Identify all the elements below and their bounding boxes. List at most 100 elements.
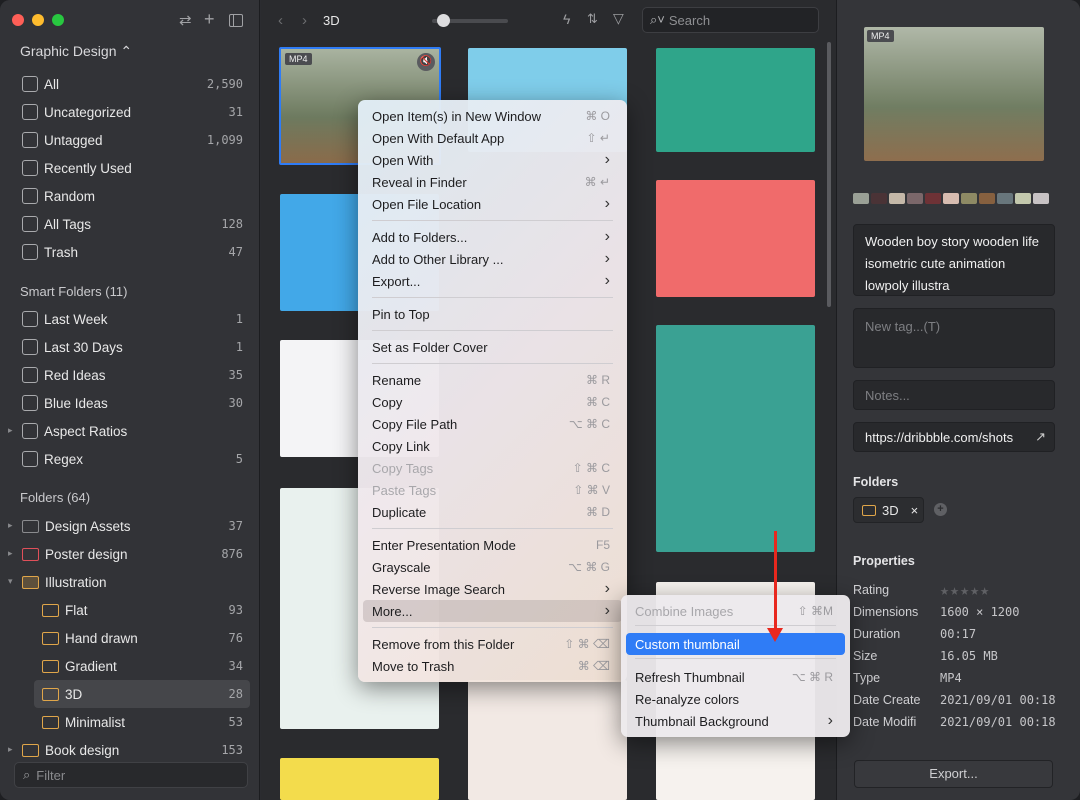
folder-illustration[interactable]: ▾ Illustration [0, 568, 260, 596]
sidebar-item-untagged[interactable]: Untagged 1,099 [0, 126, 260, 154]
palette-swatch[interactable] [997, 193, 1013, 204]
menu-item-pin-to-top[interactable]: Pin to Top [363, 303, 622, 325]
folder-poster-design[interactable]: ▸ Poster design 876 [0, 540, 260, 568]
tag-input[interactable]: New tag...(T) [853, 308, 1055, 368]
sidebar-item-all-tags[interactable]: All Tags 128 [0, 210, 260, 238]
sidebar-item-all[interactable]: All 2,590 [0, 70, 260, 98]
folder-gradient[interactable]: Gradient 34 [0, 652, 260, 680]
forward-button[interactable]: › [302, 12, 307, 29]
expand-caret-icon[interactable]: ▸ [8, 425, 13, 436]
add-folder-icon[interactable]: + [934, 503, 947, 516]
rating-stars[interactable]: ★★★★★ [940, 581, 990, 599]
smart-folder-aspect-ratios[interactable]: ▸ Aspect Ratios [0, 417, 260, 445]
expand-caret-icon[interactable]: ▸ [8, 520, 13, 531]
close-window-button[interactable] [12, 14, 24, 26]
thumbnail[interactable] [656, 325, 815, 552]
search-input[interactable]: ⌕˅ Search [642, 7, 819, 33]
menu-item-open-with[interactable]: Open With › [363, 149, 622, 171]
menu-item-add-to-folders[interactable]: Add to Folders... › [363, 226, 622, 248]
smart-folder-last-week[interactable]: Last Week 1 [0, 305, 260, 333]
menu-item-remove-from-this-folder[interactable]: Remove from this Folder ⇧ ⌘ ⌫ [363, 633, 622, 655]
thumbnail[interactable] [280, 758, 439, 800]
expand-caret-icon[interactable]: ▸ [8, 744, 13, 755]
smart-folder-last-30-days[interactable]: Last 30 Days 1 [0, 333, 260, 361]
menu-item-move-to-trash[interactable]: Move to Trash ⌘ ⌫ [363, 655, 622, 677]
notes-input[interactable]: Notes... [853, 380, 1055, 410]
palette-swatch[interactable] [943, 193, 959, 204]
smart-folder-red-ideas[interactable]: Red Ideas 35 [0, 361, 260, 389]
sidebar-item-recently-used[interactable]: Recently Used [0, 154, 260, 182]
smart-folder-blue-ideas[interactable]: Blue Ideas 30 [0, 389, 260, 417]
filter-icon[interactable]: ▽ [613, 10, 624, 27]
back-button[interactable]: ‹ [278, 12, 283, 29]
menu-item-open-file-location[interactable]: Open File Location › [363, 193, 622, 215]
palette-swatch[interactable] [853, 193, 869, 204]
remove-folder-icon[interactable]: × [911, 503, 919, 518]
export-button[interactable]: Export... [854, 760, 1053, 788]
mute-icon[interactable]: 🔇 [417, 53, 435, 71]
expand-caret-icon[interactable]: ▸ [8, 548, 13, 559]
palette-swatch[interactable] [1015, 193, 1031, 204]
swap-icon[interactable]: ⇄ [179, 11, 192, 29]
menu-item-set-as-folder-cover[interactable]: Set as Folder Cover [363, 336, 622, 358]
menu-item-reverse-image-search[interactable]: Reverse Image Search › [363, 578, 622, 600]
external-link-icon[interactable]: ↗ [1035, 429, 1046, 445]
star-icon[interactable]: ★ [980, 581, 989, 599]
thumbnail[interactable] [656, 48, 815, 152]
lightning-icon[interactable]: ϟ [563, 11, 570, 27]
zoom-slider-knob[interactable] [437, 14, 451, 27]
palette-swatch[interactable] [907, 193, 923, 204]
smart-folder-regex[interactable]: Regex 5 [0, 445, 260, 473]
expand-caret-icon[interactable]: ▾ [8, 576, 13, 587]
sidebar-item-uncategorized[interactable]: Uncategorized 31 [0, 98, 260, 126]
preview-image[interactable]: MP4 [864, 27, 1044, 161]
url-field[interactable]: https://dribbble.com/shots ↗ [853, 422, 1055, 452]
palette-swatch[interactable] [1033, 193, 1049, 204]
star-icon[interactable]: ★ [950, 581, 959, 599]
submenu-item-combine-images[interactable]: Combine Images ⇧ ⌘M [626, 600, 845, 622]
sidebar-toggle-icon[interactable] [229, 14, 243, 27]
name-field[interactable]: Wooden boy story wooden life isometric c… [853, 224, 1055, 296]
folder-3d[interactable]: 3D 28 [34, 680, 250, 708]
folder-chip[interactable]: 3D × [853, 497, 924, 523]
menu-item-open-item-s-in-new-window[interactable]: Open Item(s) in New Window ⌘ O [363, 105, 622, 127]
sidebar-item-random[interactable]: Random [0, 182, 260, 210]
zoom-window-button[interactable] [52, 14, 64, 26]
submenu-item-refresh-thumbnail[interactable]: Refresh Thumbnail ⌥ ⌘ R [626, 666, 845, 688]
menu-item-copy-link[interactable]: Copy Link [363, 435, 622, 457]
palette-swatch[interactable] [889, 193, 905, 204]
minimize-window-button[interactable] [32, 14, 44, 26]
menu-item-add-to-other-library[interactable]: Add to Other Library ... › [363, 248, 622, 270]
folder-flat[interactable]: Flat 93 [0, 596, 260, 624]
menu-item-copy-tags[interactable]: Copy Tags ⇧ ⌘ C [363, 457, 622, 479]
palette-swatch[interactable] [871, 193, 887, 204]
palette-swatch[interactable] [961, 193, 977, 204]
menu-item-enter-presentation-mode[interactable]: Enter Presentation Mode F5 [363, 534, 622, 556]
menu-item-open-with-default-app[interactable]: Open With Default App ⇧ ↵ [363, 127, 622, 149]
menu-item-duplicate[interactable]: Duplicate ⌘ D [363, 501, 622, 523]
plus-icon[interactable]: + [204, 9, 215, 30]
sort-icon[interactable]: ⇅ [587, 11, 598, 27]
submenu-item-custom-thumbnail[interactable]: Custom thumbnail [626, 633, 845, 655]
menu-item-rename[interactable]: Rename ⌘ R [363, 369, 622, 391]
submenu-item-re-analyze-colors[interactable]: Re-analyze colors [626, 688, 845, 710]
filter-input[interactable]: ⌕ Filter [14, 762, 248, 788]
folder-design-assets[interactable]: ▸ Design Assets 37 [0, 512, 260, 540]
star-icon[interactable]: ★ [970, 581, 979, 599]
sidebar-item-trash[interactable]: Trash 47 [0, 238, 260, 266]
menu-item-grayscale[interactable]: Grayscale ⌥ ⌘ G [363, 556, 622, 578]
menu-item-export[interactable]: Export... › [363, 270, 622, 292]
menu-item-more[interactable]: More... › [363, 600, 622, 622]
zoom-slider[interactable] [432, 14, 508, 27]
menu-item-copy[interactable]: Copy ⌘ C [363, 391, 622, 413]
menu-item-copy-file-path[interactable]: Copy File Path ⌥ ⌘ C [363, 413, 622, 435]
palette-swatch[interactable] [925, 193, 941, 204]
library-switcher[interactable]: Graphic Design ⌃ [20, 43, 132, 60]
folder-hand-drawn[interactable]: Hand drawn 76 [0, 624, 260, 652]
thumbnail[interactable] [656, 180, 815, 297]
menu-item-reveal-in-finder[interactable]: Reveal in Finder ⌘ ↵ [363, 171, 622, 193]
thumbnail[interactable] [468, 680, 627, 800]
submenu-item-thumbnail-background[interactable]: Thumbnail Background › [626, 710, 845, 732]
scrollbar[interactable] [827, 42, 831, 307]
star-icon[interactable]: ★ [960, 581, 969, 599]
